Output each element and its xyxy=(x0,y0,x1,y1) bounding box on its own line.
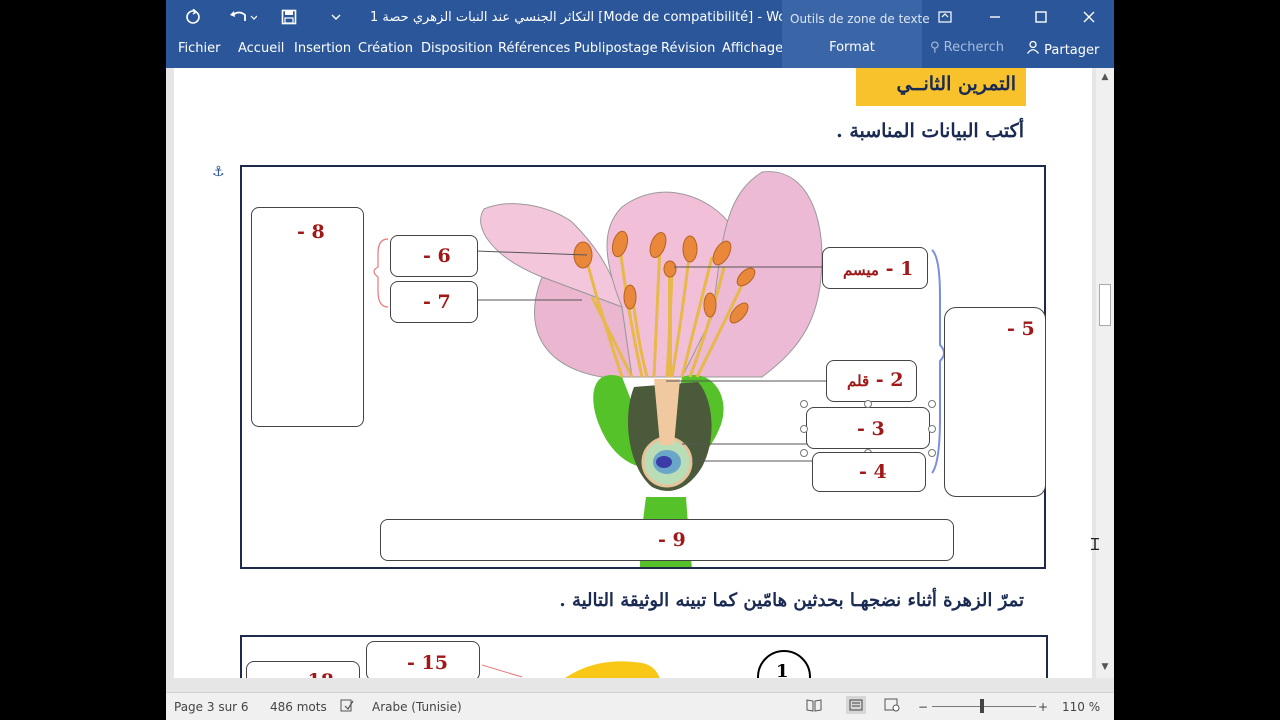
zoom-slider-thumb[interactable] xyxy=(980,699,984,713)
ribbon-tabs: Fichier Accueil Insertion Création Dispo… xyxy=(166,36,1114,68)
minimize-icon[interactable] xyxy=(972,0,1018,34)
person-icon xyxy=(1026,40,1044,58)
label-box-9[interactable]: 9 - xyxy=(380,519,954,561)
label-2-answer: قلم xyxy=(847,372,870,390)
zoom-level[interactable]: 110 % xyxy=(1062,700,1100,714)
label-box-5[interactable]: 5 - xyxy=(944,307,1046,497)
context-group-title: Outils de zone de texte xyxy=(790,12,930,26)
second-diagram-frame: 18 - 15 - 1 xyxy=(240,635,1048,678)
status-bar: Page 3 sur 6 486 mots Arabe (Tunisie) − … xyxy=(166,692,1114,720)
exercise-title: التمرين الثانــي xyxy=(896,73,1016,95)
zoom-in-button[interactable]: + xyxy=(1038,700,1048,714)
scroll-up-icon[interactable]: ▲ xyxy=(1096,70,1114,84)
tab-revision[interactable]: Révision xyxy=(661,41,715,56)
scroll-down-icon[interactable]: ▼ xyxy=(1096,660,1114,674)
language-indicator[interactable]: Arabe (Tunisie) xyxy=(372,700,462,714)
label-1: 1 - ميسم xyxy=(843,258,913,280)
proofing-icon[interactable] xyxy=(340,698,354,715)
customize-qat-icon[interactable] xyxy=(328,6,344,28)
page-count[interactable]: Page 3 sur 6 xyxy=(174,700,249,714)
share-button[interactable]: Partager xyxy=(1026,40,1099,58)
label-18-number: 18 - xyxy=(293,670,334,678)
label-box-8[interactable]: 8 - xyxy=(251,207,364,427)
vertical-scrollbar[interactable]: ▲ ▼ xyxy=(1096,68,1114,678)
tab-accueil[interactable]: Accueil xyxy=(238,41,284,56)
tab-disposition[interactable]: Disposition xyxy=(421,41,493,56)
read-mode-icon[interactable] xyxy=(806,698,822,715)
label-box-18[interactable]: 18 - xyxy=(246,661,360,678)
label-1-answer: ميسم xyxy=(843,261,879,279)
label-box-15[interactable]: 15 - xyxy=(366,641,480,678)
save-icon[interactable] xyxy=(180,6,206,28)
context-tab-group: Outils de zone de texte Format xyxy=(782,0,930,68)
tab-fichier[interactable]: Fichier xyxy=(178,41,221,56)
paragraph-2: تمرّ الزهرة أثناء نضجهـا بحدثين هامّين ك… xyxy=(559,590,1024,611)
tell-me-search[interactable]: ⚲ Recherch xyxy=(930,40,1004,55)
word-window: التكاثر الجنسي عند النبات الزهري حصة 1 [… xyxy=(166,0,1114,720)
label-box-6[interactable]: 6 - xyxy=(390,235,478,277)
scroll-thumb[interactable] xyxy=(1099,284,1111,326)
undo-icon[interactable] xyxy=(226,6,260,28)
label-2: 2 - قلم xyxy=(847,369,904,391)
tab-insertion[interactable]: Insertion xyxy=(294,41,351,56)
title-bar: التكاثر الجنسي عند النبات الزهري حصة 1 [… xyxy=(166,0,1114,36)
instruction-text: أكتب البيانات المناسبة . xyxy=(836,120,1024,142)
text-cursor-icon: Ｉ xyxy=(1087,535,1104,554)
label-3-number: 3 - xyxy=(857,418,885,440)
selection-handle[interactable] xyxy=(800,400,808,408)
label-5-number: 5 - xyxy=(1007,318,1035,340)
label-1-number: 1 - xyxy=(885,258,914,280)
circle-number-1: 1 xyxy=(776,661,789,678)
label-box-2[interactable]: 2 - قلم xyxy=(826,360,917,402)
label-4-number: 4 - xyxy=(859,461,887,483)
document-page[interactable]: التمرين الثانــي أكتب البيانات المناسبة … xyxy=(174,68,1092,678)
flower-diagram-frame: 8 - 6 - 7 - 1 - ميسم 2 - قلم 3 - 4 - 5 -… xyxy=(240,165,1046,569)
label-6-number: 6 - xyxy=(423,245,451,267)
close-icon[interactable] xyxy=(1066,0,1112,34)
selection-handle[interactable] xyxy=(800,449,808,457)
redo-icon[interactable] xyxy=(278,6,300,28)
web-layout-icon[interactable] xyxy=(884,698,900,715)
zoom-out-button[interactable]: − xyxy=(918,700,928,714)
selection-handle[interactable] xyxy=(800,425,808,433)
tab-format[interactable]: Format xyxy=(782,40,922,55)
label-box-7[interactable]: 7 - xyxy=(390,281,478,323)
label-box-3-selected[interactable]: 3 - xyxy=(806,407,930,449)
print-layout-icon[interactable] xyxy=(846,696,866,714)
tab-affichage[interactable]: Affichage xyxy=(722,41,783,56)
label-box-1[interactable]: 1 - ميسم xyxy=(822,247,928,289)
selection-handle[interactable] xyxy=(928,425,936,433)
word-count[interactable]: 486 mots xyxy=(270,700,327,714)
second-illustration xyxy=(482,650,811,678)
label-7-number: 7 - xyxy=(423,291,451,313)
selection-handle[interactable] xyxy=(928,449,936,457)
maximize-icon[interactable] xyxy=(1018,0,1064,34)
document-title: التكاثر الجنسي عند النبات الزهري حصة 1 [… xyxy=(370,10,822,25)
share-label: Partager xyxy=(1044,43,1100,58)
tab-publipostage[interactable]: Publipostage xyxy=(574,41,658,56)
selection-handle[interactable] xyxy=(928,400,936,408)
tab-creation[interactable]: Création xyxy=(358,41,413,56)
anchor-icon: ⚓ xyxy=(212,164,225,180)
selection-handle[interactable] xyxy=(864,400,872,408)
label-2-number: 2 - xyxy=(875,369,904,391)
tab-references[interactable]: Références xyxy=(498,41,570,56)
search-placeholder: Recherch xyxy=(943,40,1004,55)
lightbulb-icon: ⚲ xyxy=(930,40,940,55)
document-area: التمرين الثانــي أكتب البيانات المناسبة … xyxy=(166,68,1096,678)
label-box-4[interactable]: 4 - xyxy=(812,452,926,492)
label-15-number: 15 - xyxy=(407,652,448,674)
zoom-slider[interactable] xyxy=(932,706,1036,707)
label-9-number: 9 - xyxy=(658,529,686,551)
label-8-number: 8 - xyxy=(297,221,325,243)
